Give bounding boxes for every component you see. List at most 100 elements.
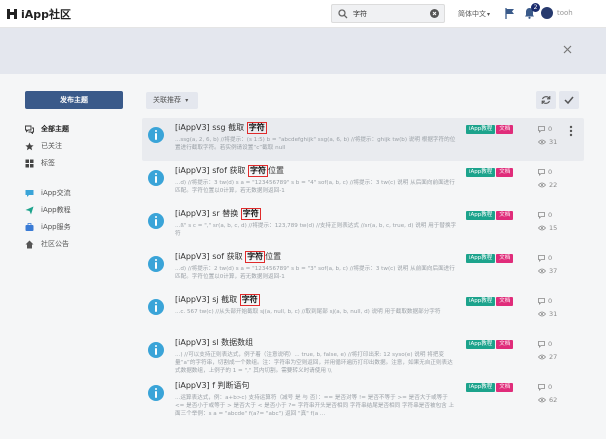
- more-options-icon[interactable]: [569, 125, 573, 137]
- clear-search-icon[interactable]: [430, 9, 439, 18]
- tags-icon: [25, 159, 34, 167]
- tag-iapp-tutorial[interactable]: iApp教程: [466, 297, 496, 306]
- tag-doc[interactable]: 文档: [496, 254, 514, 263]
- hero-banner: [0, 28, 606, 74]
- keyword-highlight: 字符: [247, 165, 268, 177]
- tag-doc[interactable]: 文档: [496, 211, 514, 220]
- keyword-highlight: 字符: [240, 208, 261, 220]
- tag-iapp-tutorial[interactable]: iApp教程: [466, 168, 496, 177]
- tag-iapp-tutorial[interactable]: iApp教程: [466, 211, 496, 220]
- site-logo-text: iApp社区: [21, 8, 72, 21]
- tag-iapp-tutorial[interactable]: iApp教程: [466, 254, 496, 263]
- comment-icon: [538, 125, 545, 133]
- discussion-title[interactable]: [iAppV3] sr 替换 字符: [175, 208, 261, 220]
- tag-iapp-tutorial[interactable]: iApp教程: [466, 125, 496, 134]
- top-header: iApp社区 简体中文▾ 2 tooh: [0, 0, 606, 28]
- discussion-title[interactable]: [iAppV3] sof 获取 字符 位置: [175, 251, 281, 263]
- sort-dropdown[interactable]: 关联推荐 ▾: [146, 92, 198, 109]
- eye-icon: [538, 268, 546, 274]
- sidebar-item-following[interactable]: 已关注: [25, 139, 71, 153]
- discussion-tags: iApp教程 文档: [466, 383, 514, 392]
- sidebar-item-label: 全部主题: [41, 125, 69, 133]
- discussion-tags: iApp教程 文档: [466, 340, 514, 349]
- discussion-item[interactable]: [iAppV3] sof 获取 字符 位置 ...d) //将提示：2 tw(d)…: [142, 247, 584, 290]
- sidebar-item-label: iApp交流: [41, 189, 71, 197]
- sidebar-item-iapp-chat[interactable]: iApp交流: [25, 186, 71, 200]
- tag-iapp-tutorial[interactable]: iApp教程: [466, 383, 496, 392]
- discussion-title[interactable]: [iAppV3] ssg 截取 字符: [175, 122, 267, 134]
- tag-doc[interactable]: 文档: [496, 125, 514, 134]
- chevron-down-icon: ▾: [185, 97, 189, 104]
- star-icon: [25, 142, 34, 150]
- site-logo[interactable]: iApp社区: [5, 6, 71, 22]
- discussion-title[interactable]: [iAppV3] f 判断语句: [175, 380, 250, 391]
- mark-all-read-button[interactable]: [559, 91, 579, 109]
- discussion-excerpt: ...d) //将提示：3 tw(d) s a = "123456789" s …: [175, 180, 455, 194]
- send-icon: [25, 206, 34, 214]
- discussion-tags: iApp教程 文档: [466, 254, 514, 263]
- search-box[interactable]: [331, 4, 445, 23]
- tag-doc[interactable]: 文档: [496, 383, 514, 392]
- view-count: 31: [538, 310, 557, 318]
- discussion-tags: iApp教程 文档: [466, 211, 514, 220]
- sidebar-item-iapp-tutorial[interactable]: iApp教程: [25, 203, 71, 217]
- refresh-button[interactable]: [536, 91, 556, 109]
- discussion-tags: iApp教程 文档: [466, 297, 514, 306]
- discussion-title[interactable]: [iAppV3] sj 截取 字符: [175, 294, 260, 306]
- comment-icon: [538, 297, 545, 305]
- info-icon: [148, 385, 164, 401]
- check-icon: [564, 96, 574, 105]
- view-count: 22: [538, 181, 557, 189]
- view-count: 15: [538, 224, 557, 232]
- language-selector[interactable]: 简体中文▾: [458, 9, 490, 19]
- discussion-item[interactable]: [iAppV3] sl 数据数组 ...) //可以支持正则表达式，例子着（注意…: [142, 333, 584, 376]
- reply-count: 0: [538, 297, 552, 305]
- flag-icon[interactable]: [505, 8, 515, 19]
- notification-badge: 2: [531, 3, 540, 12]
- new-discussion-button[interactable]: 发布主题: [25, 91, 123, 109]
- info-icon: [148, 127, 164, 143]
- discussion-excerpt: ...) //可以支持正则表达式，例子着（注意说明）... true, b, f…: [175, 352, 453, 374]
- discussion-item[interactable]: [iAppV3] ssg 截取 字符 ...ssg(a, 2, 6, b) //…: [142, 118, 584, 161]
- eye-icon: [538, 225, 546, 231]
- tag-doc[interactable]: 文档: [496, 168, 514, 177]
- sidebar-item-iapp-service[interactable]: iApp服务: [25, 220, 71, 234]
- discussion-item[interactable]: [iAppV3] sfof 获取 字符 位置 ...d) //将提示：3 tw(d…: [142, 161, 584, 204]
- discussion-item[interactable]: [iAppV3] f 判断语句 ...运算表达式，例：a+b>c) 支持运算符（…: [142, 376, 584, 419]
- eye-icon: [538, 397, 546, 403]
- discussion-excerpt: ...c. 567 tw(c) //从头部开始截取 sj(a, null, b,…: [175, 309, 441, 315]
- close-icon[interactable]: [563, 45, 572, 54]
- reply-count: 0: [538, 383, 552, 391]
- discussion-item[interactable]: [iAppV3] sj 截取 字符 ...c. 567 tw(c) //从头部开…: [142, 290, 584, 333]
- sidebar-item-label: iApp服务: [41, 223, 71, 231]
- discussion-title[interactable]: [iAppV3] sl 数据数组: [175, 337, 253, 348]
- reply-count: 0: [538, 168, 552, 176]
- tag-doc[interactable]: 文档: [496, 340, 514, 349]
- discussion-tags: iApp教程 文档: [466, 168, 514, 177]
- avatar[interactable]: [541, 7, 553, 19]
- chat-icon: [25, 189, 34, 197]
- sidebar-item-tags[interactable]: 标签: [25, 156, 71, 170]
- eye-icon: [538, 354, 546, 360]
- sidebar-item-label: 标签: [41, 159, 55, 167]
- info-icon: [148, 342, 164, 358]
- discussion-excerpt: ...运算表达式，例：a+b>c) 支持运算符（减号 是 与 否）：== 是否对…: [175, 395, 455, 417]
- info-icon: [148, 213, 164, 229]
- view-count: 31: [538, 138, 557, 146]
- eye-icon: [538, 182, 546, 188]
- tag-doc[interactable]: 文档: [496, 297, 514, 306]
- search-input[interactable]: [353, 8, 431, 20]
- keyword-highlight: 字符: [245, 251, 266, 263]
- reply-count: 0: [538, 211, 552, 219]
- username[interactable]: tooh: [557, 9, 573, 17]
- tag-iapp-tutorial[interactable]: iApp教程: [466, 340, 496, 349]
- discussion-item[interactable]: [iAppV3] sr 替换 字符 ...ß" s c = "," sr(a, …: [142, 204, 584, 247]
- sidebar-nav: 全部主题 已关注 标签 iApp交流 iApp教程 iApp服务 社区公告: [25, 122, 71, 254]
- info-icon: [148, 170, 164, 186]
- sidebar-item-announcements[interactable]: 社区公告: [25, 237, 71, 251]
- sidebar-item-all-discussions[interactable]: 全部主题: [25, 122, 71, 136]
- comment-icon: [538, 211, 545, 219]
- discussion-title[interactable]: [iAppV3] sfof 获取 字符 位置: [175, 165, 284, 177]
- reply-count: 0: [538, 254, 552, 262]
- view-count: 37: [538, 267, 557, 275]
